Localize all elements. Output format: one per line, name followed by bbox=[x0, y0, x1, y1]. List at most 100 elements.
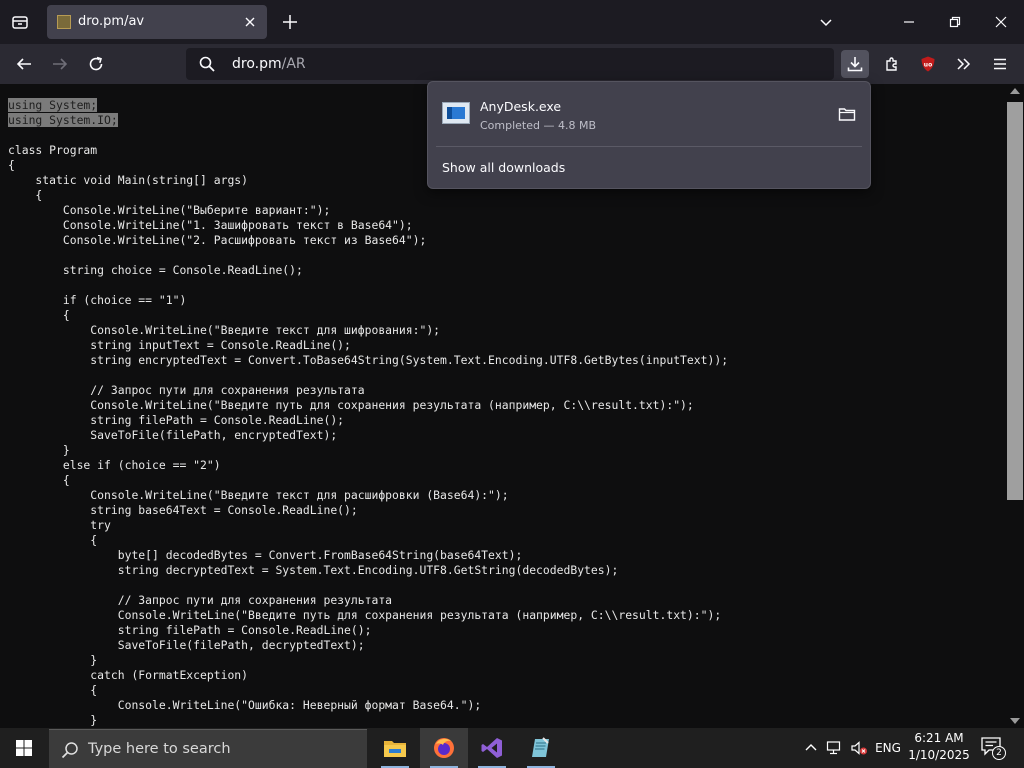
code-text: class Program bbox=[8, 143, 98, 157]
code-text: if (choice == "1") bbox=[8, 293, 187, 307]
code-line: Console.WriteLine("2. Расшифровать текст… bbox=[8, 233, 728, 248]
code-line: { bbox=[8, 683, 728, 698]
tab-favicon-icon bbox=[57, 15, 71, 29]
chevron-down-icon[interactable] bbox=[814, 10, 838, 34]
new-tab-icon[interactable] bbox=[278, 10, 302, 34]
code-text: string inputText = Console.ReadLine(); bbox=[8, 338, 351, 352]
system-clock[interactable]: 6:21 AM 1/10/2025 bbox=[908, 730, 970, 766]
navigation-toolbar: dro.pm/AR uo bbox=[0, 44, 1024, 84]
code-text: catch (FormatException) bbox=[8, 668, 249, 682]
visual-studio-icon[interactable] bbox=[468, 728, 516, 768]
code-line: Console.WriteLine("Выберите вариант:"); bbox=[8, 203, 728, 218]
code-line: string decryptedText = System.Text.Encod… bbox=[8, 563, 728, 578]
url-path: /AR bbox=[281, 56, 306, 72]
code-text: { bbox=[8, 533, 98, 547]
code-text: { bbox=[8, 473, 70, 487]
volume-muted-icon[interactable] bbox=[848, 728, 870, 768]
code-text: } bbox=[8, 653, 98, 667]
code-text: string choice = Console.ReadLine(); bbox=[8, 263, 303, 277]
scroll-up-arrow-icon[interactable] bbox=[1010, 88, 1020, 94]
folder-icon[interactable] bbox=[836, 104, 858, 124]
code-text: Console.WriteLine("Введите текст для шиф… bbox=[8, 323, 441, 337]
tab-list-icon[interactable] bbox=[8, 10, 32, 34]
forward-icon[interactable] bbox=[46, 50, 74, 78]
overflow-chevron-icon[interactable] bbox=[950, 50, 978, 78]
code-text: SaveToFile(filePath, encryptedText); bbox=[8, 428, 338, 442]
close-window-icon[interactable] bbox=[989, 10, 1013, 34]
code-text: Console.WriteLine("Введите путь для сохр… bbox=[8, 608, 722, 622]
code-line: string inputText = Console.ReadLine(); bbox=[8, 338, 728, 353]
scroll-down-arrow-icon[interactable] bbox=[1010, 718, 1020, 724]
input-language[interactable]: ENG bbox=[872, 728, 904, 768]
code-line: catch (FormatException) bbox=[8, 668, 728, 683]
downloads-icon[interactable] bbox=[841, 50, 869, 78]
search-icon bbox=[198, 55, 216, 73]
minimize-icon[interactable] bbox=[897, 10, 921, 34]
code-text: string encryptedText = Convert.ToBase64S… bbox=[8, 353, 729, 367]
code-line: SaveToFile(filePath, decryptedText); bbox=[8, 638, 728, 653]
ublock-origin-icon[interactable]: uo bbox=[914, 50, 942, 78]
back-icon[interactable] bbox=[10, 50, 38, 78]
code-line: // Запрос пути для сохранения результата bbox=[8, 383, 728, 398]
code-line: } bbox=[8, 443, 728, 458]
code-text: { bbox=[8, 158, 15, 172]
download-item[interactable]: AnyDesk.exe Completed — 4.8 MB bbox=[432, 86, 866, 142]
address-bar[interactable]: dro.pm/AR bbox=[186, 48, 834, 80]
code-text: Console.WriteLine("1. Зашифровать текст … bbox=[8, 218, 413, 232]
code-text: { bbox=[8, 308, 70, 322]
code-text: } bbox=[8, 443, 70, 457]
code-line: string base64Text = Console.ReadLine(); bbox=[8, 503, 728, 518]
code-line: SaveToFile(filePath, encryptedText); bbox=[8, 428, 728, 443]
download-status: Completed — 4.8 MB bbox=[480, 119, 597, 132]
show-hidden-icons-chevron-icon[interactable] bbox=[800, 728, 822, 768]
code-text: else if (choice == "2") bbox=[8, 458, 221, 472]
selected-code-text: using System.IO; bbox=[8, 113, 118, 127]
file-explorer-icon[interactable] bbox=[371, 728, 419, 768]
code-text: // Запрос пути для сохранения результата bbox=[8, 593, 393, 607]
code-text: byte[] decodedBytes = Convert.FromBase64… bbox=[8, 548, 523, 562]
code-line: { bbox=[8, 308, 728, 323]
downloads-panel: AnyDesk.exe Completed — 4.8 MB Show all … bbox=[427, 81, 871, 189]
network-icon[interactable] bbox=[824, 728, 846, 768]
firefox-icon[interactable] bbox=[420, 728, 468, 768]
code-text: Console.WriteLine("Выберите вариант:"); bbox=[8, 203, 331, 217]
code-text: Console.WriteLine("Введите путь для сохр… bbox=[8, 398, 694, 412]
active-tab[interactable]: dro.pm/av bbox=[47, 5, 267, 39]
scroll-thumb[interactable] bbox=[1007, 102, 1023, 500]
menu-icon[interactable] bbox=[986, 50, 1014, 78]
code-text: static void Main(string[] args) bbox=[8, 173, 249, 187]
code-text: { bbox=[8, 683, 98, 697]
code-line: byte[] decodedBytes = Convert.FromBase64… bbox=[8, 548, 728, 563]
code-text: string decryptedText = System.Text.Encod… bbox=[8, 563, 619, 577]
code-text: string filePath = Console.ReadLine(); bbox=[8, 413, 345, 427]
code-line: string filePath = Console.ReadLine(); bbox=[8, 623, 728, 638]
code-line: { bbox=[8, 473, 728, 488]
code-line: { bbox=[8, 533, 728, 548]
code-line: { bbox=[8, 188, 728, 203]
selected-code-text: using System; bbox=[8, 98, 98, 112]
code-text: SaveToFile(filePath, decryptedText); bbox=[8, 638, 365, 652]
close-tab-icon[interactable] bbox=[241, 13, 259, 31]
code-block: using System; using System.IO; class Progr… bbox=[8, 98, 728, 728]
code-text: // Запрос пути для сохранения результата bbox=[8, 383, 365, 397]
search-icon bbox=[61, 741, 79, 759]
show-all-downloads-button[interactable]: Show all downloads bbox=[442, 160, 565, 175]
notification-center-icon[interactable]: 2 bbox=[980, 736, 1006, 760]
notepad-icon[interactable] bbox=[517, 728, 565, 768]
windows-start-icon[interactable] bbox=[0, 728, 48, 768]
exe-file-icon bbox=[442, 102, 470, 124]
code-line: Console.WriteLine("Ошибка: Неверный форм… bbox=[8, 698, 728, 713]
code-line: try bbox=[8, 518, 728, 533]
code-line: } bbox=[8, 653, 728, 668]
reload-icon[interactable] bbox=[82, 50, 110, 78]
code-text: string filePath = Console.ReadLine(); bbox=[8, 623, 372, 637]
restore-icon[interactable] bbox=[943, 10, 967, 34]
page-scrollbar[interactable] bbox=[1006, 84, 1024, 728]
taskbar-search-box[interactable]: Type here to search bbox=[49, 729, 367, 768]
code-line: string choice = Console.ReadLine(); bbox=[8, 263, 728, 278]
code-text: { bbox=[8, 188, 43, 202]
extensions-icon[interactable] bbox=[878, 50, 906, 78]
